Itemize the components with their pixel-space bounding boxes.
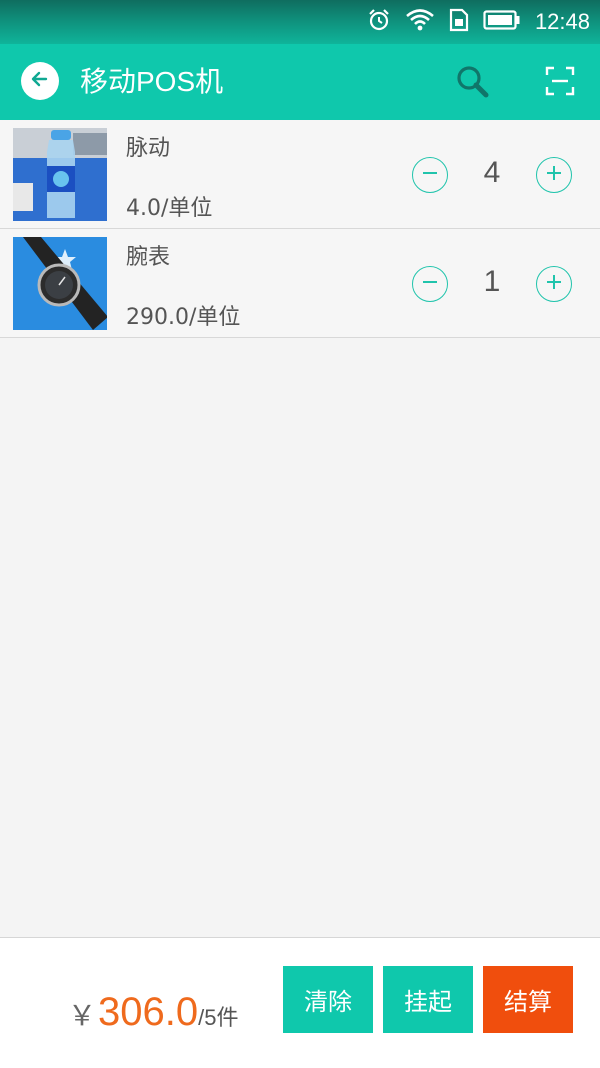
page-title: 移动POS机 [80, 66, 224, 97]
back-arrow-icon [30, 69, 50, 93]
search-icon [455, 66, 491, 104]
plus-icon [545, 273, 563, 295]
item-price: 4.0/单位 [126, 196, 213, 221]
item-price: 290.0/单位 [126, 305, 241, 330]
wifi-icon [405, 8, 435, 36]
checkout-bar: ￥ 306.0 /5件 清除 挂起 结算 [0, 937, 600, 1068]
app-bar: 移动POS机 [0, 44, 600, 120]
hold-button[interactable]: 挂起 [383, 966, 473, 1033]
minus-icon [421, 273, 439, 295]
clear-button[interactable]: 清除 [283, 966, 373, 1033]
checkout-button[interactable]: 结算 [483, 966, 573, 1033]
search-button[interactable] [455, 64, 495, 100]
status-time: 12:48 [534, 9, 590, 34]
item-name: 脉动 [126, 136, 171, 161]
item-name: 腕表 [126, 245, 171, 270]
order-total: ￥ 306.0 /5件 [68, 990, 238, 1035]
decrease-button[interactable] [412, 266, 448, 302]
minus-icon [421, 164, 439, 186]
quantity-value: 4 [483, 156, 501, 189]
scan-button[interactable] [544, 65, 576, 97]
battery-icon [483, 9, 521, 35]
status-bar: 12:48 [0, 0, 600, 44]
alarm-icon [367, 8, 391, 36]
plus-icon [545, 164, 563, 186]
bottled-drink-photo [13, 128, 107, 221]
back-button[interactable] [21, 62, 59, 100]
sim-icon [449, 8, 469, 36]
scan-icon [544, 66, 576, 101]
list-item[interactable]: 腕表 290.0/单位 1 [0, 229, 600, 338]
wristwatch-photo [13, 237, 107, 330]
increase-button[interactable] [536, 157, 572, 193]
quantity-value: 1 [483, 265, 501, 298]
item-count: /5件 [198, 1005, 239, 1030]
list-item[interactable]: 脉动 4.0/单位 4 [0, 120, 600, 229]
decrease-button[interactable] [412, 157, 448, 193]
status-icons: 12:48 [367, 6, 590, 38]
increase-button[interactable] [536, 266, 572, 302]
total-amount: 306.0 [98, 990, 199, 1034]
cart-list: 脉动 4.0/单位 4 腕表 290.0/单位 1 [0, 120, 600, 338]
currency-symbol: ￥ [68, 1000, 97, 1031]
